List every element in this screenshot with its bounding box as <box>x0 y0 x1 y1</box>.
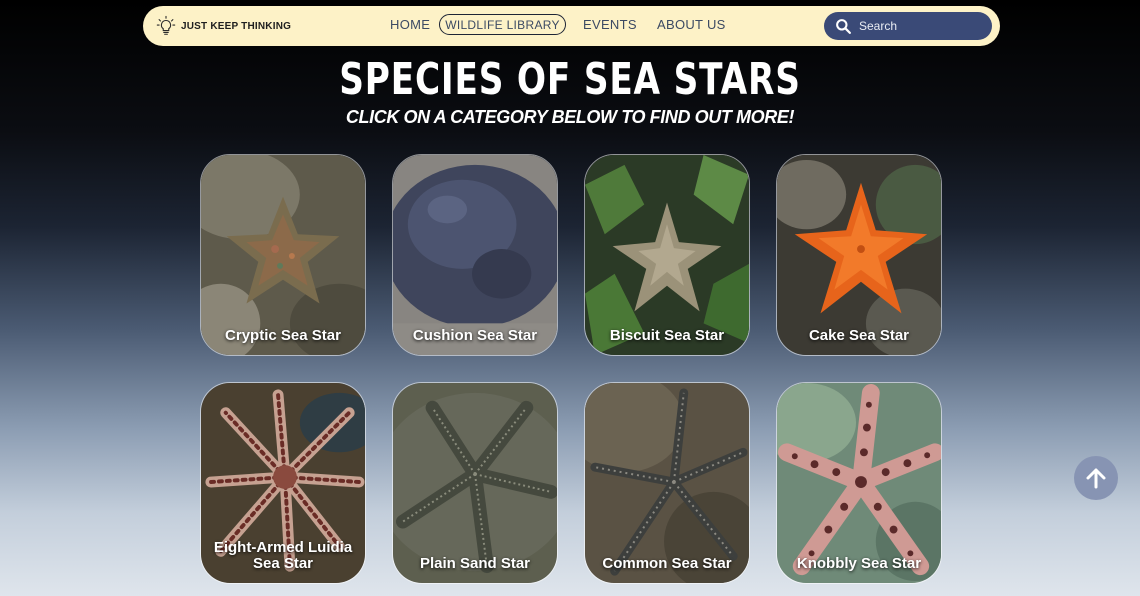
species-card-label: Plain Sand Star <box>419 555 531 572</box>
search-bar[interactable]: Search <box>824 12 992 40</box>
nav-home[interactable]: HOME <box>390 17 430 32</box>
arrow-up-icon <box>1086 468 1106 489</box>
species-card-label: Cake Sea Star <box>808 327 910 344</box>
knobbly-sea-star-photo <box>777 383 941 583</box>
page-title: SPECIES OF SEA STARS <box>339 54 801 105</box>
nav-events[interactable]: EVENTS <box>583 17 637 32</box>
species-card-label: Cryptic Sea Star <box>225 327 341 344</box>
species-card-cake-sea-star[interactable]: Cake Sea Star <box>776 154 942 356</box>
species-card-label: Cushion Sea Star <box>412 327 538 344</box>
site-logo[interactable]: JUST KEEP THINKING <box>155 15 291 37</box>
biscuit-sea-star-photo <box>585 155 749 355</box>
lightbulb-icon <box>156 15 176 35</box>
cryptic-sea-star-photo <box>201 155 365 355</box>
top-navbar: JUST KEEP THINKING HOME WILDLIFE LIBRARY… <box>143 6 1000 46</box>
search-icon <box>836 18 851 34</box>
logo-text: JUST KEEP THINKING <box>181 20 292 32</box>
species-card-label: Biscuit Sea Star <box>609 327 725 344</box>
page-subtitle: CLICK ON A CATEGORY BELOW TO FIND OUT MO… <box>345 107 795 127</box>
common-sea-star-photo <box>585 383 749 583</box>
species-card-eight-armed-luidia-sea-star[interactable]: Eight-Armed Luidia Sea Star <box>200 382 366 584</box>
scroll-to-top-button[interactable] <box>1074 456 1118 500</box>
species-card-label: Knobbly Sea Star <box>796 555 922 572</box>
nav-wildlife-library[interactable]: WILDLIFE LIBRARY <box>439 14 566 35</box>
species-card-knobbly-sea-star[interactable]: Knobbly Sea Star <box>776 382 942 584</box>
plain-sand-star-photo <box>393 383 557 583</box>
nav-about-us[interactable]: ABOUT US <box>657 17 726 32</box>
species-card-cryptic-sea-star[interactable]: Cryptic Sea Star <box>200 154 366 356</box>
species-card-biscuit-sea-star[interactable]: Biscuit Sea Star <box>584 154 750 356</box>
cushion-sea-star-photo <box>393 155 557 355</box>
species-card-plain-sand-star[interactable]: Plain Sand Star <box>392 382 558 584</box>
search-input[interactable]: Search <box>859 19 897 33</box>
species-card-label: Common Sea Star <box>602 555 732 572</box>
species-card-label: Eight-Armed Luidia Sea Star <box>213 539 353 572</box>
species-card-common-sea-star[interactable]: Common Sea Star <box>584 382 750 584</box>
cake-sea-star-photo <box>777 155 941 355</box>
species-card-cushion-sea-star[interactable]: Cushion Sea Star <box>392 154 558 356</box>
